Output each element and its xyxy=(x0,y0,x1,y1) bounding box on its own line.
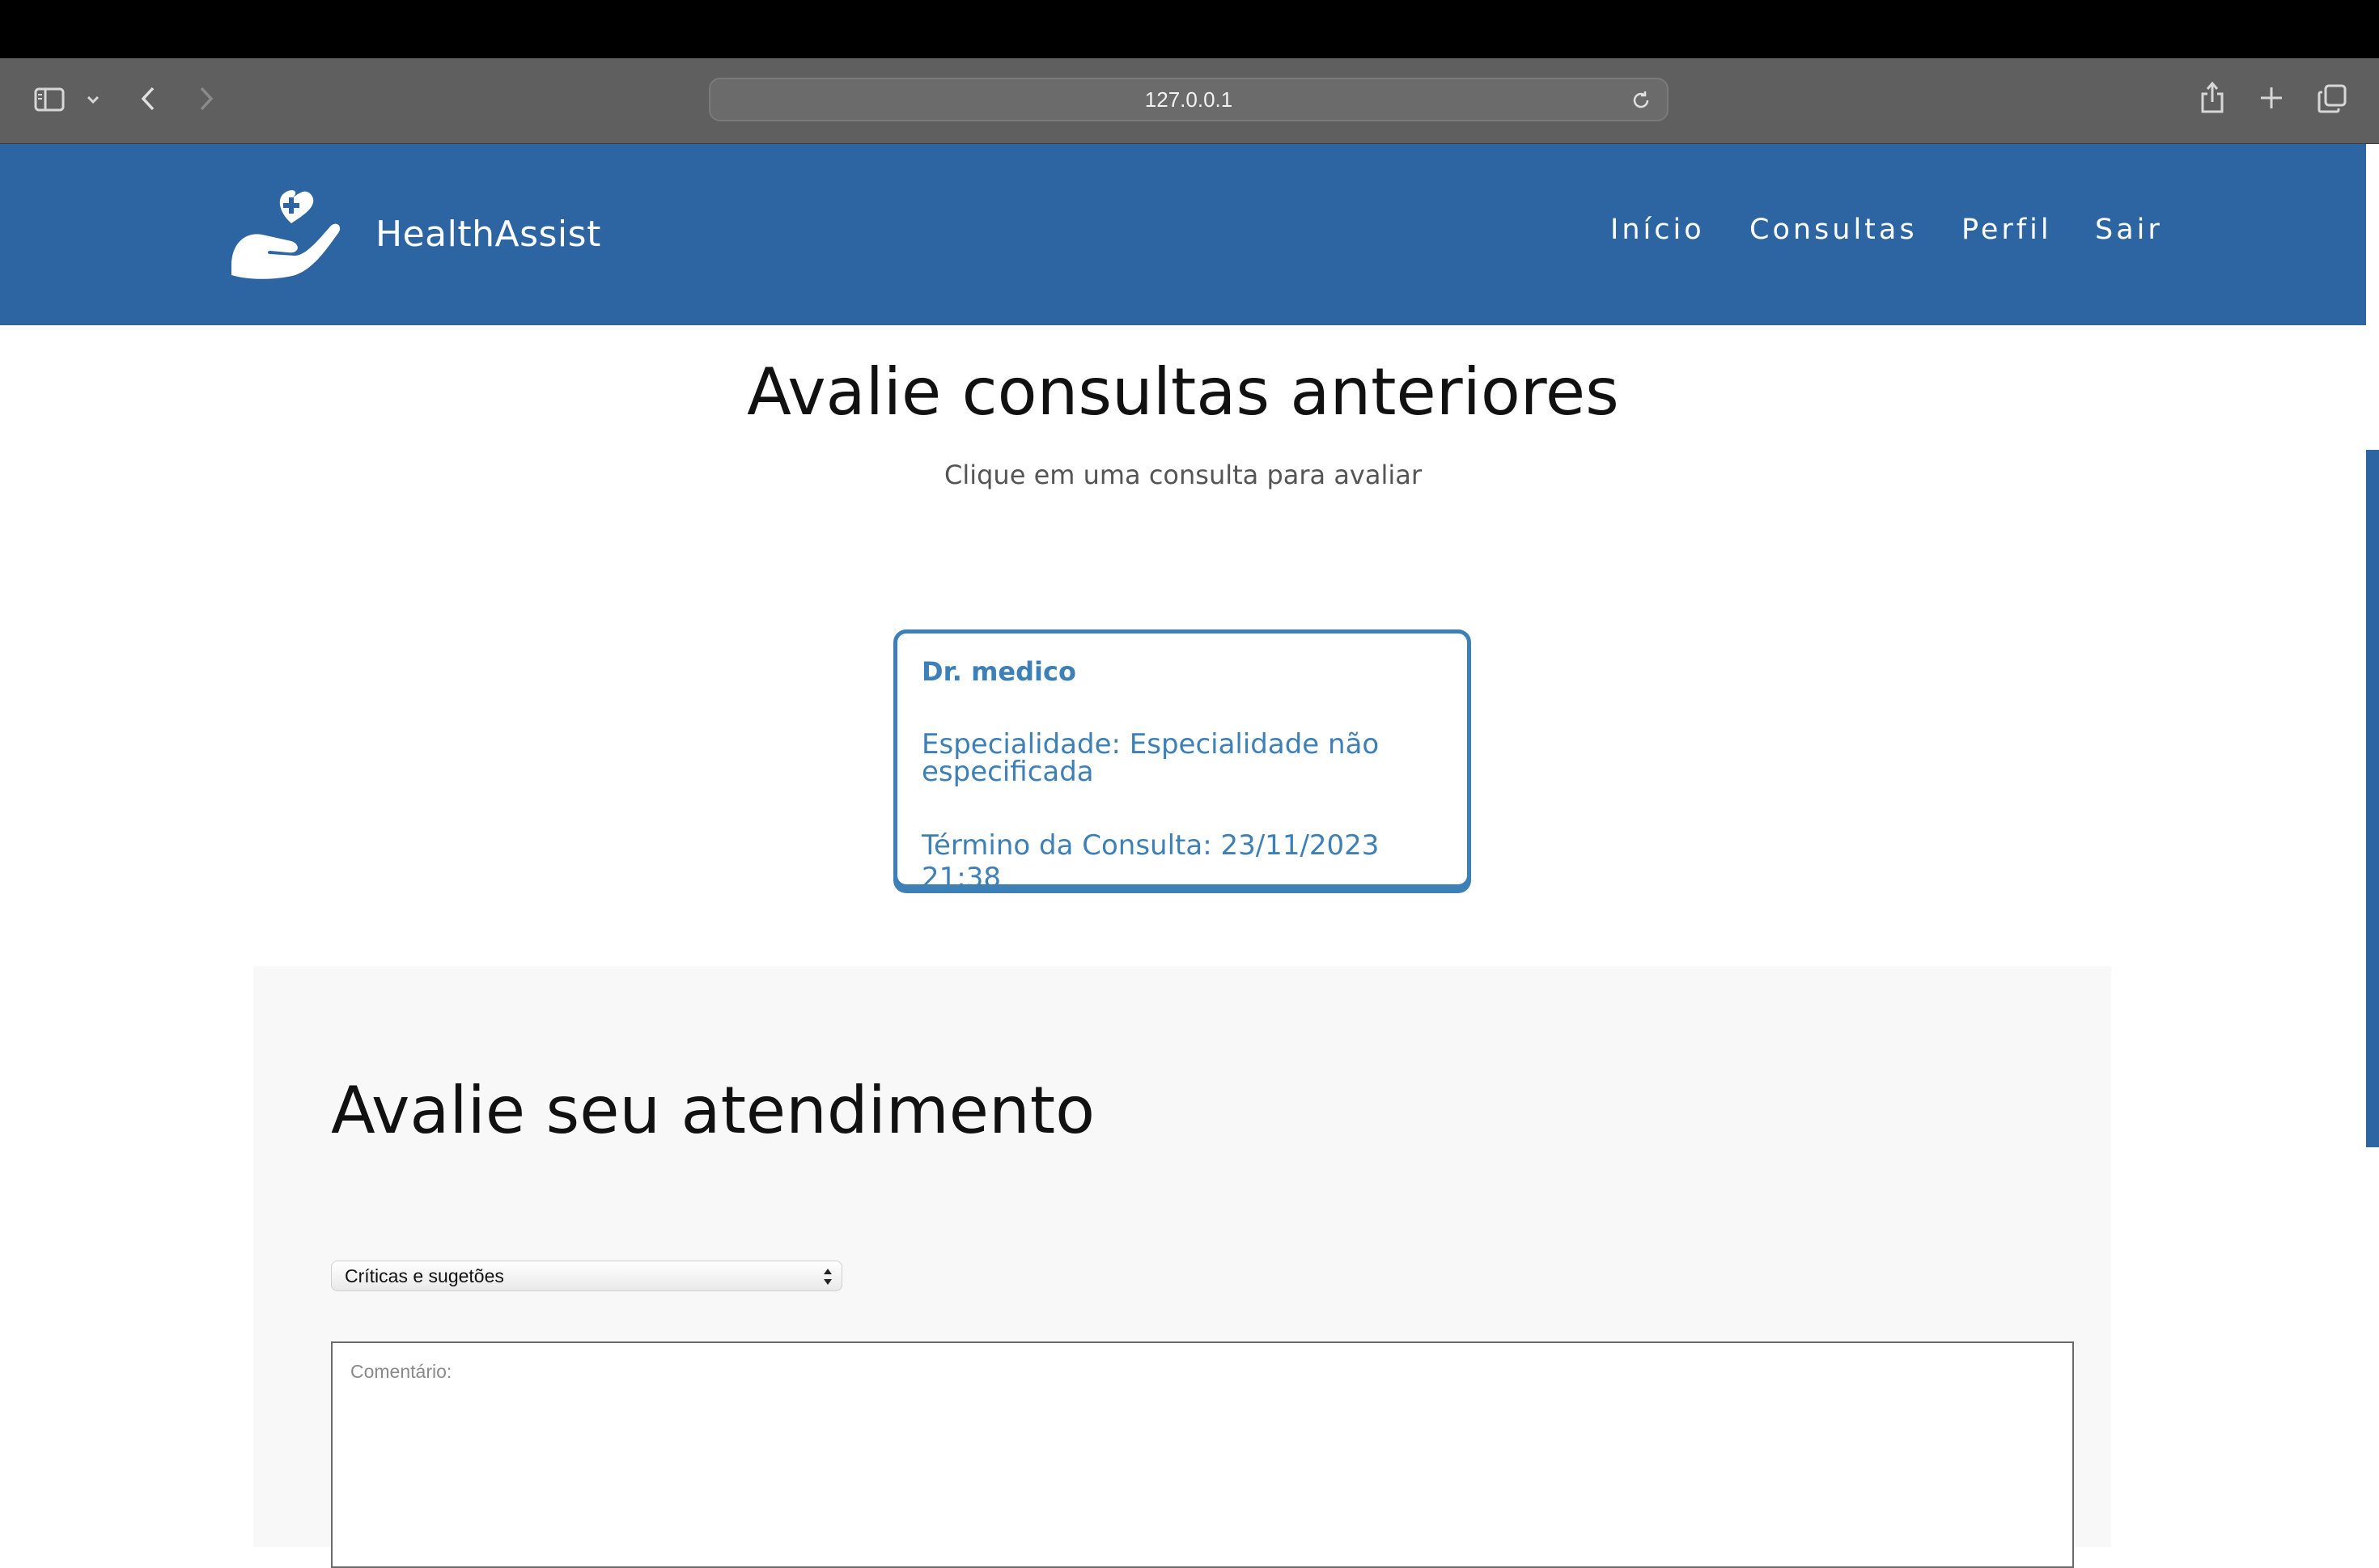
back-arrow-icon[interactable] xyxy=(136,83,160,115)
tabs-overview-icon[interactable] xyxy=(2316,83,2348,115)
chevron-down-icon[interactable] xyxy=(84,89,102,110)
comment-placeholder: Comentário: xyxy=(350,1361,452,1382)
site-header: HealthAssist Início Consultas Perfil Sai… xyxy=(0,144,2366,325)
browser-toolbar: 127.0.0.1 xyxy=(0,58,2379,145)
page-subtitle: Clique em uma consulta para avaliar xyxy=(944,460,1423,490)
nav-sair[interactable]: Sair xyxy=(2095,214,2163,246)
nav-perfil[interactable]: Perfil xyxy=(1961,214,2052,246)
evaluation-section: Avalie seu atendimento Críticas e sugetõ… xyxy=(253,966,2111,1568)
nav-inicio[interactable]: Início xyxy=(1610,214,1705,246)
page-title: Avalie consultas anteriores xyxy=(747,354,1619,430)
scrollbar-thumb[interactable] xyxy=(2366,450,2379,1147)
share-icon[interactable] xyxy=(2198,79,2227,117)
consultation-end-time: Término da Consulta: 23/11/2023 21:38 xyxy=(922,829,1380,894)
select-arrows-icon xyxy=(822,1266,833,1292)
evaluation-title: Avalie seu atendimento xyxy=(331,1073,1096,1148)
nav-consultas[interactable]: Consultas xyxy=(1749,214,1918,246)
top-black-bar xyxy=(0,0,2379,58)
comment-textarea[interactable]: Comentário: xyxy=(331,1341,2074,1568)
brand-name[interactable]: HealthAssist xyxy=(375,214,601,255)
url-text: 127.0.0.1 xyxy=(1144,87,1233,112)
select-value: Críticas e sugetões xyxy=(345,1265,504,1286)
feedback-category-select[interactable]: Críticas e sugetões xyxy=(331,1261,842,1291)
consultation-card[interactable]: Dr. medico Especialidade: Especialidade … xyxy=(893,629,1471,894)
hand-heart-logo-icon[interactable] xyxy=(228,186,345,286)
doctor-specialty: Especialidade: Especialidade não especif… xyxy=(922,728,1380,788)
doctor-name: Dr. medico xyxy=(922,656,1076,687)
sidebar-toggle-icon[interactable] xyxy=(32,83,66,117)
reload-icon[interactable] xyxy=(1630,89,1652,115)
new-tab-plus-icon[interactable] xyxy=(2258,84,2285,112)
forward-arrow-icon[interactable] xyxy=(194,83,218,115)
address-bar[interactable]: 127.0.0.1 xyxy=(709,78,1669,121)
